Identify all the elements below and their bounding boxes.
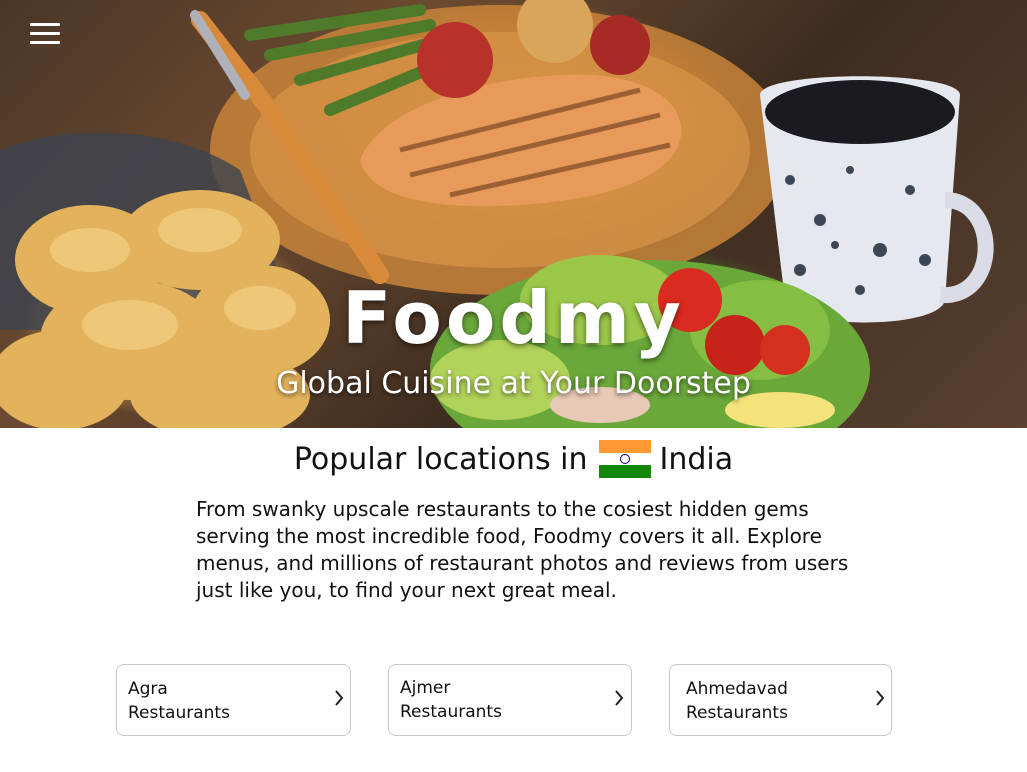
app-subtitle: Global Cuisine at Your Doorstep bbox=[276, 366, 751, 401]
chevron-right-icon bbox=[615, 690, 624, 706]
app-title: Foodmy bbox=[342, 276, 685, 360]
chevron-right-icon bbox=[876, 690, 885, 706]
india-flag-icon bbox=[599, 440, 652, 478]
location-card-agra[interactable]: Agra Restaurants bbox=[116, 664, 351, 736]
intro-description: From swanky upscale restaurants to the c… bbox=[196, 497, 849, 602]
popular-locations-heading: Popular locations in India bbox=[0, 440, 1027, 478]
heading-prefix: Popular locations in bbox=[293, 441, 588, 477]
hero-food-image bbox=[0, 0, 994, 428]
location-card-label: Agra Restaurants bbox=[128, 679, 230, 723]
location-card-ajmer[interactable]: Ajmer Restaurants bbox=[388, 664, 632, 736]
country-name: India bbox=[659, 441, 734, 477]
location-card-ahmedavad[interactable]: Ahmedavad Restaurants bbox=[669, 664, 892, 736]
location-card-label: Ahmedavad Restaurants bbox=[686, 679, 788, 723]
hamburger-menu-icon[interactable] bbox=[28, 20, 62, 48]
location-card-label: Ajmer Restaurants bbox=[400, 678, 502, 722]
chevron-right-icon bbox=[335, 690, 344, 706]
hero-banner: Foodmy Global Cuisine at Your Doorstep bbox=[0, 0, 1027, 428]
